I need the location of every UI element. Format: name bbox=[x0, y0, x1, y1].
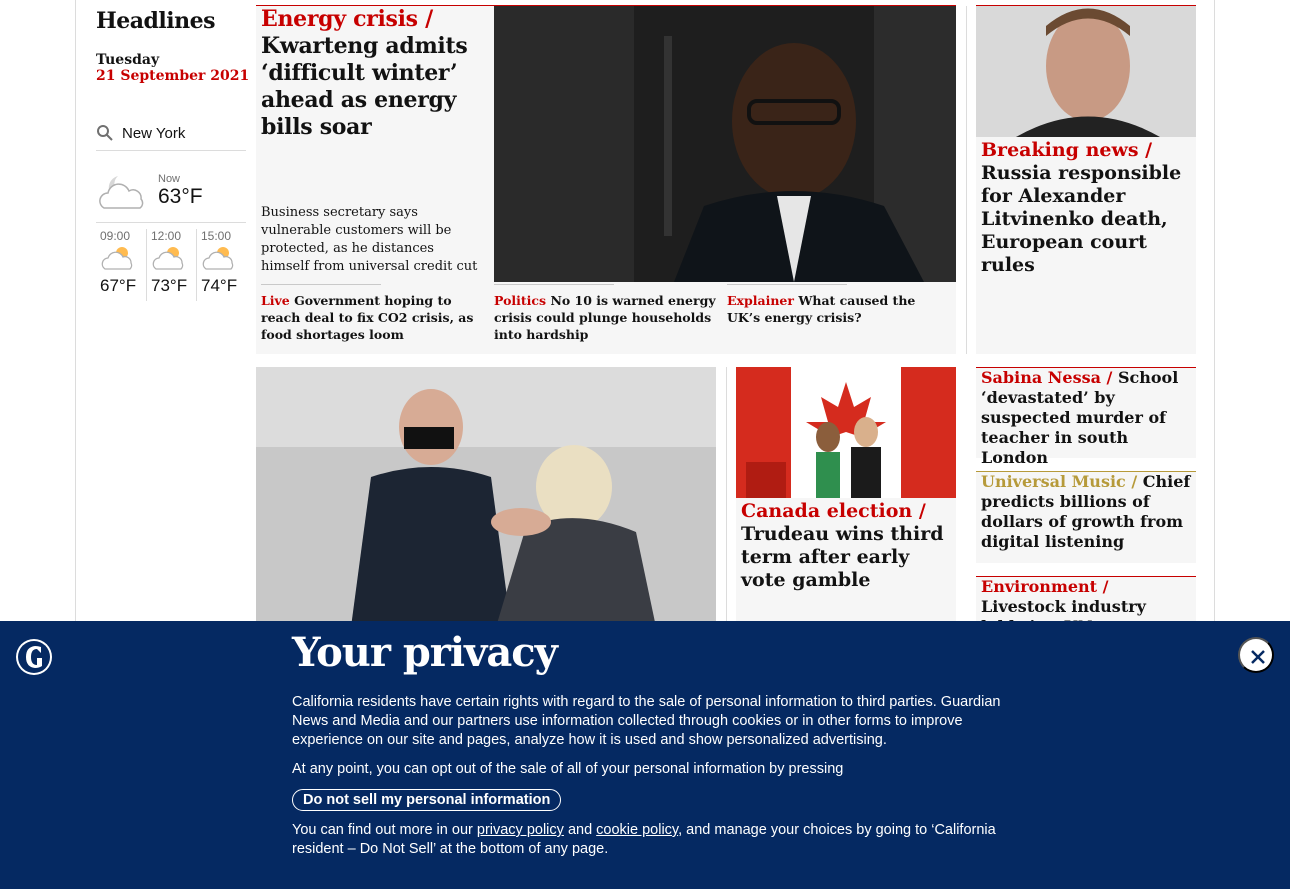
right-story-title: Russia responsible for Alexander Litvine… bbox=[981, 162, 1182, 276]
forecast-temperature: 73°F bbox=[150, 276, 188, 295]
litvinenko-photo bbox=[976, 6, 1196, 137]
sun-cloud-icon bbox=[152, 247, 184, 270]
date-label: 21 September 2021 bbox=[96, 68, 250, 84]
privacy-paragraph: California residents have certain rights… bbox=[292, 694, 1001, 748]
trudeau-photo bbox=[736, 367, 956, 498]
forecast-temperature: 74°F bbox=[200, 276, 238, 295]
sublink-tag: Explainer bbox=[727, 293, 794, 308]
canada-title: Trudeau wins third term after early vote… bbox=[741, 523, 944, 591]
close-icon bbox=[1251, 650, 1265, 664]
now-temperature: 63°F bbox=[158, 184, 203, 208]
main-story-headline[interactable]: Energy crisis / Kwarteng admits ‘difficu… bbox=[261, 6, 486, 141]
main-story-standfirst: Business secretary says vulnerable custo… bbox=[261, 205, 478, 274]
privacy-paragraph: At any point, you can opt out of the sal… bbox=[292, 761, 844, 777]
privacy-body: California residents have certain rights… bbox=[292, 693, 1002, 869]
cookie-policy-link[interactable]: cookie policy bbox=[596, 822, 678, 838]
mini-story-kicker: Environment / bbox=[981, 577, 1109, 596]
search-icon bbox=[97, 125, 113, 141]
day-label: Tuesday bbox=[96, 52, 160, 68]
biden-johnson-photo bbox=[256, 367, 716, 627]
kwarteng-photo bbox=[494, 6, 956, 282]
mini-story-environment[interactable]: Environment / Livestock industry lobbyin… bbox=[976, 576, 1196, 636]
main-story-kicker: Energy crisis / bbox=[261, 6, 433, 32]
sun-cloud-icon bbox=[101, 247, 133, 270]
privacy-banner: Your privacy California residents have c… bbox=[0, 621, 1290, 889]
weather-widget: New York Now 63°F 09:00 67°F 12:00 73°F … bbox=[96, 124, 246, 301]
mini-story-kicker: Universal Music / bbox=[981, 472, 1138, 491]
sublink-politics[interactable]: Politics No 10 is warned energy crisis c… bbox=[494, 284, 722, 343]
weather-location[interactable]: New York bbox=[96, 124, 246, 151]
right-story-headline: Breaking news / Russia responsible for A… bbox=[976, 137, 1196, 279]
privacy-paragraph: You can find out more in our privacy pol… bbox=[292, 821, 1002, 859]
forecast-item: 12:00 73°F bbox=[145, 229, 196, 301]
mini-story-sabina[interactable]: Sabina Nessa / School ‘devastated’ by su… bbox=[976, 367, 1196, 467]
sublink-explainer[interactable]: Explainer What caused the UK’s energy cr… bbox=[727, 284, 947, 326]
do-not-sell-button[interactable]: Do not sell my personal information bbox=[292, 789, 562, 811]
column-divider bbox=[726, 367, 727, 627]
mini-story-kicker: Sabina Nessa / bbox=[981, 368, 1113, 387]
trudeau-image[interactable] bbox=[736, 367, 956, 498]
forecast-temperature: 67°F bbox=[100, 276, 137, 295]
column-divider bbox=[966, 6, 967, 354]
privacy-text: You can find out more in our bbox=[292, 822, 473, 838]
close-banner-button[interactable] bbox=[1238, 637, 1274, 673]
forecast-item: 15:00 74°F bbox=[195, 229, 246, 301]
mini-story-music[interactable]: Universal Music / Chief predicts billion… bbox=[976, 471, 1196, 563]
section-title: Headlines bbox=[96, 8, 216, 34]
canada-kicker: Canada election / bbox=[741, 500, 926, 522]
privacy-title: Your privacy bbox=[292, 629, 558, 676]
litvinenko-image[interactable] bbox=[976, 6, 1196, 137]
privacy-text: and bbox=[567, 822, 593, 838]
forecast-item: 09:00 67°F bbox=[96, 229, 146, 301]
guardian-logo-icon bbox=[16, 639, 52, 675]
canada-story-card[interactable]: Canada election / Trudeau wins third ter… bbox=[736, 367, 956, 627]
weather-forecast: 09:00 67°F 12:00 73°F 15:00 74°F bbox=[96, 229, 246, 301]
sublink-tag: Politics bbox=[494, 293, 547, 308]
sublink-tag: Live bbox=[261, 293, 290, 308]
right-story-kicker: Breaking news / bbox=[981, 139, 1153, 161]
sun-cloud-icon bbox=[202, 247, 234, 270]
location-name: New York bbox=[122, 124, 186, 142]
main-story-title: Kwarteng admits ‘difficult winter’ ahead… bbox=[261, 33, 468, 140]
sublink-text: Government hoping to reach deal to fix C… bbox=[261, 293, 474, 342]
left-column: Headlines Tuesday 21 September 2021 New … bbox=[96, 8, 250, 301]
main-story-image[interactable] bbox=[494, 6, 956, 282]
now-label: Now bbox=[158, 172, 181, 185]
privacy-policy-link[interactable]: privacy policy bbox=[477, 822, 564, 838]
weather-now: Now 63°F bbox=[96, 159, 246, 223]
main-story-card[interactable]: Energy crisis / Kwarteng admits ‘difficu… bbox=[256, 6, 956, 354]
forecast-time: 09:00 bbox=[100, 229, 131, 243]
sublink-live[interactable]: Live Government hoping to reach deal to … bbox=[261, 284, 481, 343]
cloud-moon-icon bbox=[99, 175, 144, 209]
forecast-time: 15:00 bbox=[200, 229, 232, 243]
right-story-card[interactable]: Breaking news / Russia responsible for A… bbox=[976, 6, 1196, 354]
canada-headline: Canada election / Trudeau wins third ter… bbox=[736, 498, 956, 594]
biden-johnson-image[interactable] bbox=[256, 367, 716, 627]
forecast-time: 12:00 bbox=[150, 229, 182, 243]
